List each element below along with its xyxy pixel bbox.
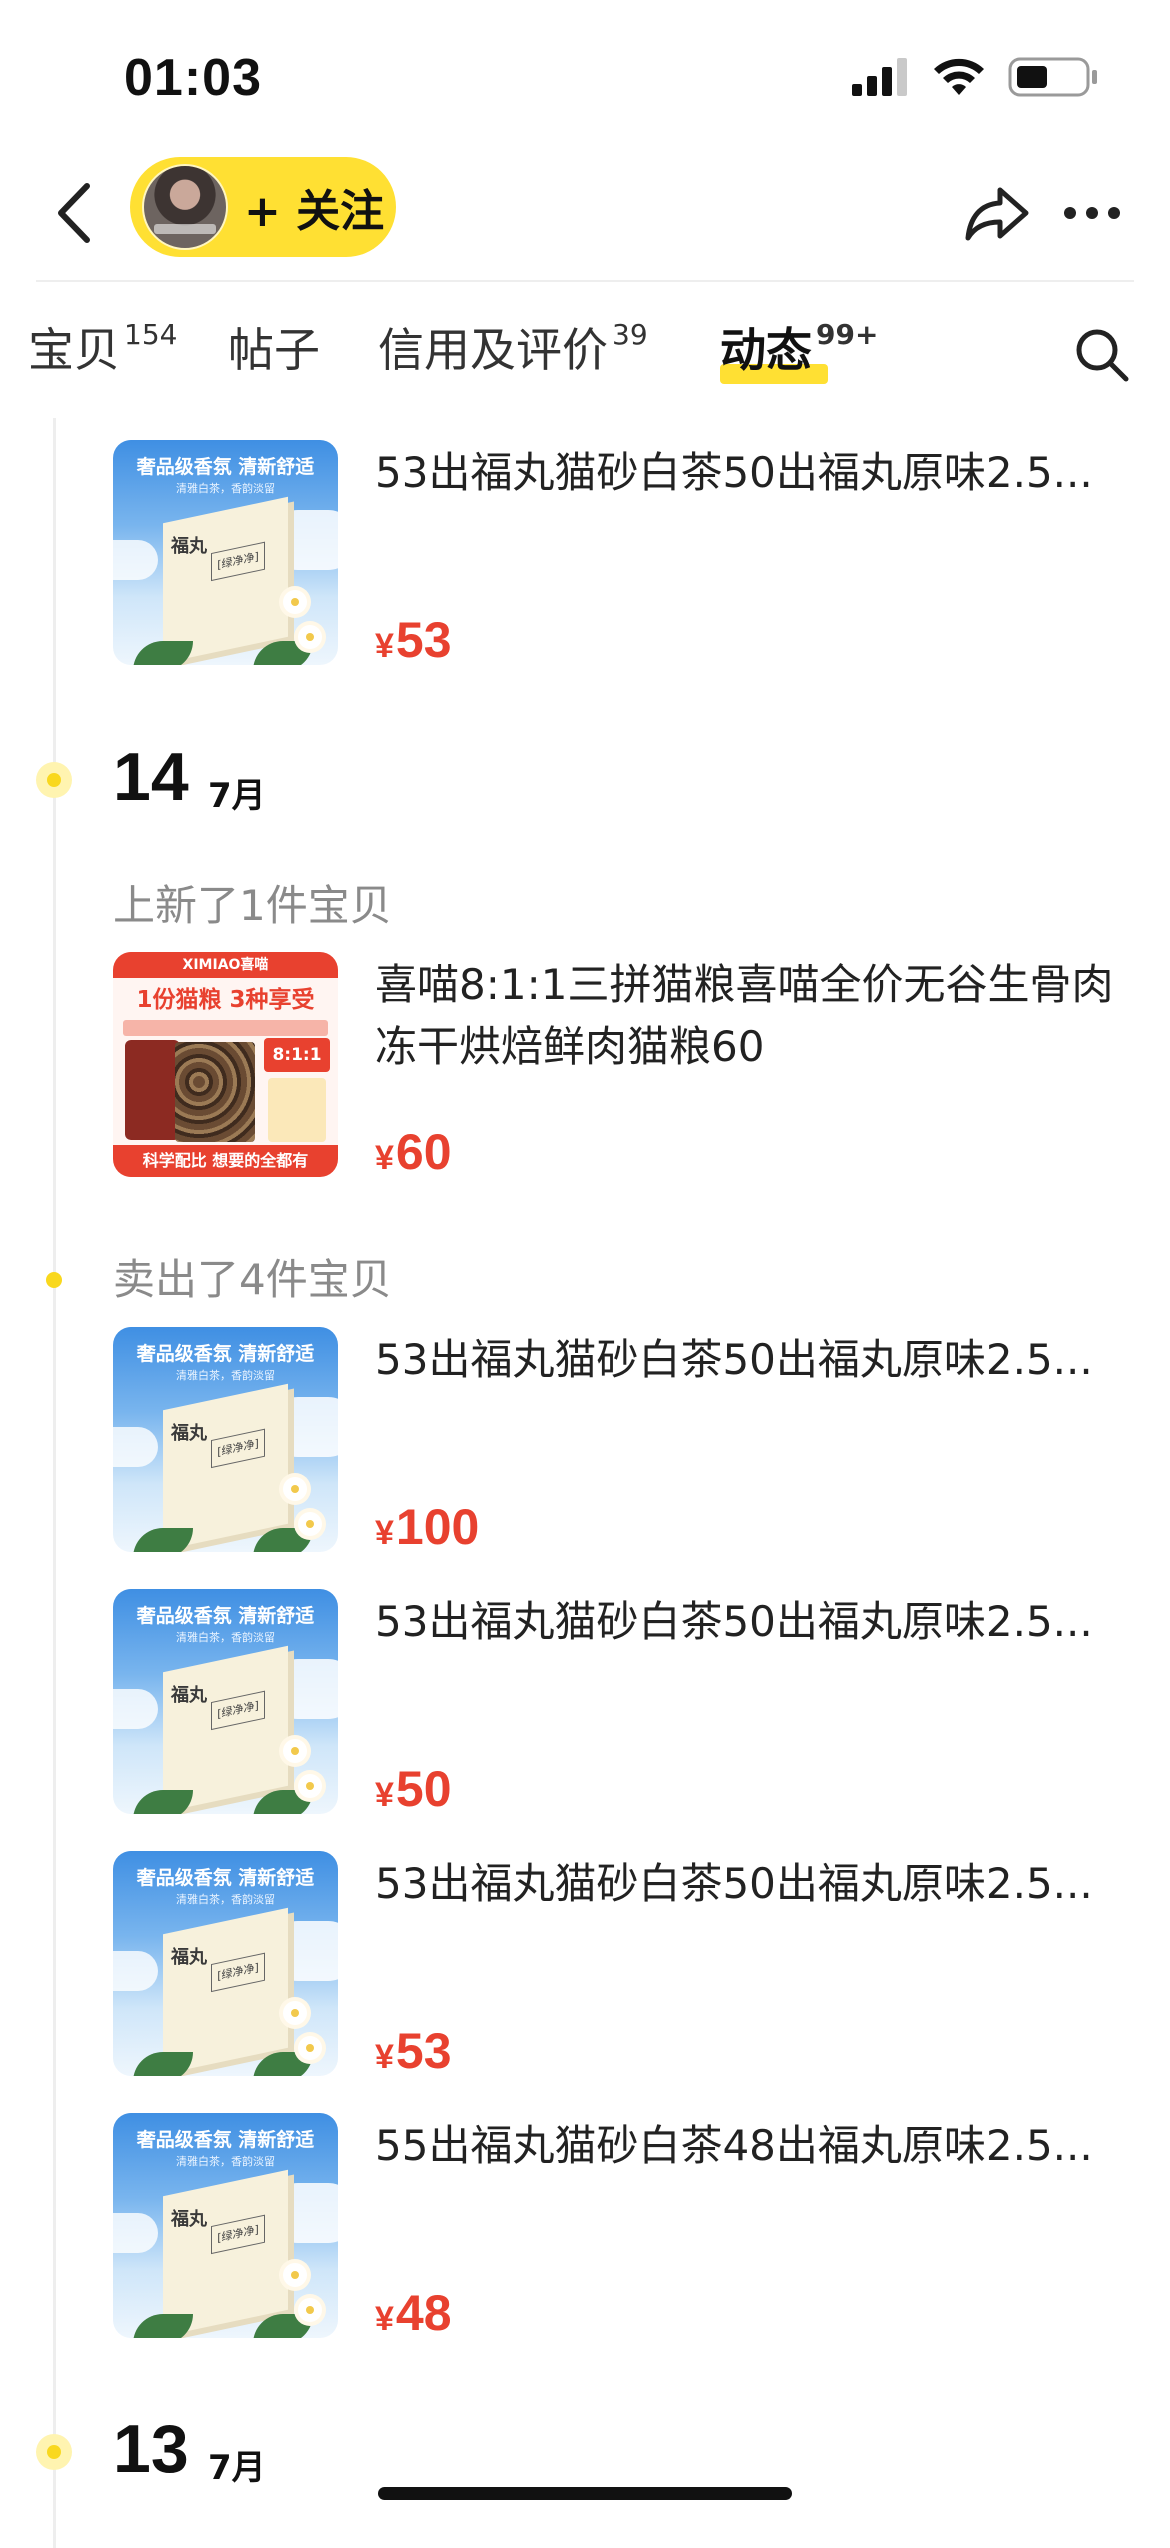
home-indicator[interactable] [378, 2487, 792, 2500]
nav-bar: + 关注 [0, 150, 1170, 280]
product-thumbnail: 奢品级香氛 清新舒适 清雅白茶，香韵淡留 福丸 [绿净净] [113, 1327, 338, 1552]
date-month: 7月 [208, 776, 266, 816]
list-item[interactable]: XIMIAO喜喵 1份猫粮 3种享受 8:1:1 科学配比 想要的全都有 喜喵8… [113, 952, 1123, 1180]
timeline-line [53, 418, 56, 2548]
tab-reviews[interactable]: 信用及评价 39 [378, 314, 648, 380]
search-button[interactable] [1072, 325, 1132, 385]
list-item[interactable]: 奢品级香氛 清新舒适 清雅白茶，香韵淡留 福丸 [绿净净] 53出福丸猫砂白茶50… [113, 440, 1123, 668]
item-title: 55出福丸猫砂白茶48出福丸原味2.5... [375, 2121, 1093, 2170]
more-button[interactable] [1052, 178, 1132, 248]
product-thumbnail: 奢品级香氛 清新舒适 清雅白茶，香韵淡留 福丸 [绿净净] [113, 2113, 338, 2338]
back-arrow-icon [58, 183, 90, 243]
product-thumbnail: 奢品级香氛 清新舒适 清雅白茶，香韵淡留 福丸 [绿净净] [113, 1589, 338, 1814]
follow-button[interactable]: + 关注 [130, 157, 396, 257]
avatar[interactable] [142, 164, 228, 250]
item-title: 喜喵8:1:1三拼猫粮喜喵全价无谷生骨肉冻干烘焙鲜肉猫粮60 [375, 960, 1114, 1071]
product-thumbnail: 奢品级香氛 清新舒适 清雅白茶，香韵淡留 福丸 [绿净净] [113, 1851, 338, 2076]
item-title: 53出福丸猫砂白茶50出福丸原味2.5... [375, 1335, 1093, 1384]
more-icon [1064, 207, 1076, 219]
status-time: 01:03 [124, 49, 262, 107]
item-price: ¥50 [375, 1761, 452, 1817]
list-item[interactable]: 奢品级香氛 清新舒适 清雅白茶，香韵淡留 福丸 [绿净净] 53出福丸猫砂白茶50… [113, 1327, 1123, 1555]
item-title: 53出福丸猫砂白茶50出福丸原味2.5... [375, 1859, 1093, 1908]
timeline-dot [36, 762, 72, 798]
tab-activity[interactable]: 动态 99+ [720, 314, 878, 384]
product-thumbnail: XIMIAO喜喵 1份猫粮 3种享受 8:1:1 科学配比 想要的全都有 [113, 952, 338, 1177]
date-month: 7月 [208, 2448, 266, 2488]
tab-posts[interactable]: 帖子 [228, 314, 320, 380]
section-label-sold: 卖出了4件宝贝 [113, 1255, 392, 1304]
item-price: ¥53 [375, 612, 452, 668]
list-item[interactable]: 奢品级香氛 清新舒适 清雅白茶，香韵淡留 福丸 [绿净净] 55出福丸猫砂白茶48… [113, 2113, 1123, 2341]
list-item[interactable]: 奢品级香氛 清新舒适 清雅白茶，香韵淡留 福丸 [绿净净] 53出福丸猫砂白茶50… [113, 1851, 1123, 2079]
share-icon [965, 187, 1029, 241]
wifi-icon [934, 58, 984, 95]
share-button[interactable] [962, 178, 1032, 248]
item-price: ¥53 [375, 2023, 452, 2079]
battery-icon [1008, 57, 1097, 97]
timeline-dot [36, 2434, 72, 2470]
search-icon [1076, 329, 1129, 382]
timeline-dot [46, 1272, 62, 1288]
date-day: 14 [113, 739, 189, 815]
list-item[interactable]: 奢品级香氛 清新舒适 清雅白茶，香韵淡留 福丸 [绿净净] 53出福丸猫砂白茶50… [113, 1589, 1123, 1817]
item-price: ¥100 [375, 1499, 480, 1555]
item-price: ¥60 [375, 1124, 452, 1180]
profile-tabs: 宝贝 154 帖子 信用及评价 39 动态 99+ [0, 300, 1170, 410]
follow-label: + 关注 [244, 186, 385, 237]
section-label-new: 上新了1件宝贝 [113, 881, 392, 930]
item-title: 53出福丸猫砂白茶50出福丸原味2.5... [375, 448, 1093, 497]
status-icons [852, 52, 1100, 102]
status-bar: 01:03 [0, 0, 1170, 150]
item-title: 53出福丸猫砂白茶50出福丸原味2.5... [375, 1597, 1093, 1646]
back-button[interactable] [40, 178, 110, 248]
date-day: 13 [113, 2411, 189, 2487]
nav-divider [36, 280, 1134, 282]
product-thumbnail: 奢品级香氛 清新舒适 清雅白茶，香韵淡留 福丸 [绿净净] [113, 440, 338, 665]
tab-items[interactable]: 宝贝 154 [28, 314, 177, 380]
cellular-signal-icon [852, 58, 907, 96]
item-price: ¥48 [375, 2285, 452, 2341]
